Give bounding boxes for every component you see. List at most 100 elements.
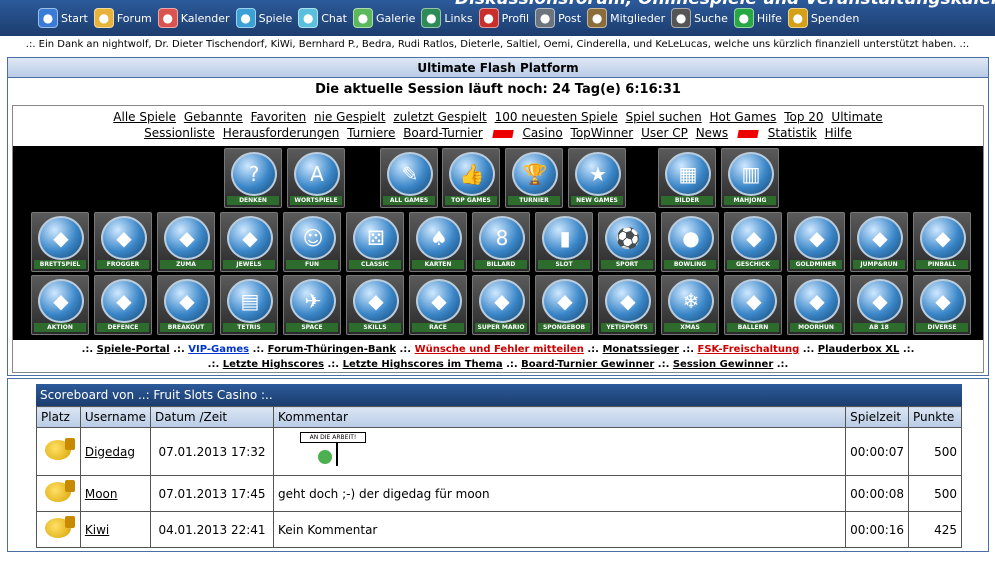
username-link[interactable]: Digedag [85,445,135,459]
nav-item-hilfe[interactable]: ● Hilfe [733,8,782,28]
game-link-hot-games[interactable]: Hot Games [710,110,777,124]
game-link-favoriten[interactable]: Favoriten [251,110,307,124]
nav-item-suche[interactable]: ● Suche [671,8,728,28]
game-tile-yetisports[interactable]: ◆ YETISPORTS [598,275,656,335]
game-tile-wortspiele[interactable]: A WORTSPIELE [287,148,345,208]
game-link-sessionliste[interactable]: Sessionliste [144,126,215,140]
separator: .:. [773,359,789,370]
game-tile-super-mario[interactable]: ◆ SUPER MARIO [472,275,530,335]
game-tile-label: MOORHUN [790,323,842,332]
game-tile-bilder[interactable]: ▦ BILDER [658,148,716,208]
game-tile-label: ZUMA [160,260,212,269]
game-icon: ◆ [479,279,525,323]
footer-link-w-nsche-und-fehler-mitteilen[interactable]: Wünsche und Fehler mitteilen [415,344,584,355]
game-tile-tetris[interactable]: ▤ TETRIS [220,275,278,335]
game-tile-race[interactable]: ◆ RACE [409,275,467,335]
scoreboard-title: Scoreboard von ..: Fruit Slots Casino :.… [36,384,962,406]
game-link-zuletzt-gespielt[interactable]: zuletzt Gespielt [393,110,486,124]
nav-item-links[interactable]: ● Links [421,8,473,28]
game-link-topwinner[interactable]: TopWinner [571,126,634,140]
footer-link-vip-games[interactable]: VIP-Games [188,344,249,355]
nav-item-kalender[interactable]: ● Kalender [157,8,230,28]
game-link-alle-spiele[interactable]: Alle Spiele [113,110,176,124]
game-tile-goldminer[interactable]: ◆ GOLDMINER [787,212,845,272]
nav-item-mitglieder[interactable]: ● Mitglieder [587,8,665,28]
game-tile-spongebob[interactable]: ◆ SPONGEBOB [535,275,593,335]
footer-link-forum-th-ringen-bank[interactable]: Forum-Thüringen-Bank [268,344,396,355]
nav-item-profil[interactable]: ● Profil [478,8,529,28]
game-tile-new-games[interactable]: ★ NEW GAMES [568,148,626,208]
game-tile-moorhun[interactable]: ◆ MOORHUN [787,275,845,335]
game-link-board-turnier[interactable]: Board-Turnier [403,126,483,140]
game-tile-jewels[interactable]: ◆ JEWELS [220,212,278,272]
game-tile-slot[interactable]: ▮ SLOT [535,212,593,272]
nav-item-chat[interactable]: ● Chat [298,8,347,28]
game-tile-brettspiel[interactable]: ◆ BRETTSPIEL [31,212,89,272]
game-link-casino[interactable]: Casino [522,126,562,140]
game-tile-fun[interactable]: ☺ FUN [283,212,341,272]
game-tile-ballern[interactable]: ◆ BALLERN [724,275,782,335]
footer-link-letzte-highscores[interactable]: Letzte Highscores [223,359,324,370]
footer-link-session-gewinner[interactable]: Session Gewinner [673,359,773,370]
game-tile-frogger[interactable]: ◆ FROGGER [94,212,152,272]
game-link-turniere[interactable]: Turniere [347,126,395,140]
game-tile-bowling[interactable]: ● BOWLING [661,212,719,272]
game-tile-label: TURNIER [508,196,560,205]
game-tile-pinball[interactable]: ◆ PINBALL [913,212,971,272]
game-tile-space[interactable]: ✈ SPACE [283,275,341,335]
username-link[interactable]: Moon [85,487,118,501]
footer-links-row-2: .:. Letzte Highscores .:. Letzte Highsco… [13,357,983,372]
footer-link-board-turnier-gewinner[interactable]: Board-Turnier Gewinner [521,359,654,370]
game-tile-breakout[interactable]: ◆ BREAKOUT [157,275,215,335]
game-icon: ◆ [794,216,840,260]
game-link-user-cp[interactable]: User CP [641,126,688,140]
nav-item-post[interactable]: ● Post [535,8,581,28]
game-tile-diverse[interactable]: ◆ DIVERSE [913,275,971,335]
game-tile-classic[interactable]: ⚄ CLASSIC [346,212,404,272]
game-tile-turnier[interactable]: 🏆 TURNIER [505,148,563,208]
footer-link-spiele-portal[interactable]: Spiele-Portal [97,344,170,355]
game-tile-zuma[interactable]: ◆ ZUMA [157,212,215,272]
folder-icon: ● [93,8,114,28]
game-link-gebannte[interactable]: Gebannte [184,110,243,124]
game-tile-denken[interactable]: ? DENKEN [224,148,282,208]
game-link-spiel-suchen[interactable]: Spiel suchen [626,110,702,124]
nav-item-forum[interactable]: ● Forum [93,8,152,28]
footer-link-monatssieger[interactable]: Monatssieger [602,344,678,355]
chat-icon: ● [298,8,319,28]
game-tile-xmas[interactable]: ❄ XMAS [661,275,719,335]
game-tile-karten[interactable]: ♠ KARTEN [409,212,467,272]
game-tile-geschick[interactable]: ◆ GESCHICK [724,212,782,272]
game-link-100-neuesten-spiele[interactable]: 100 neuesten Spiele [495,110,618,124]
game-link-top-20[interactable]: Top 20 [784,110,823,124]
game-link-news[interactable]: News [696,126,728,140]
playtime-cell: 00:00:16 [845,511,910,548]
game-link-statistik[interactable]: Statistik [768,126,817,140]
nav-item-start[interactable]: ● Start [38,8,88,28]
footer-link-plauderbox-xl[interactable]: Plauderbox XL [818,344,900,355]
username-link[interactable]: Kiwi [85,523,109,537]
game-tile-defence[interactable]: ◆ DEFENCE [94,275,152,335]
game-icon: ▥ [728,152,774,196]
game-tile-billard[interactable]: 8 BILLARD [472,212,530,272]
game-tile-all-games[interactable]: ✎ ALL GAMES [380,148,438,208]
game-link-hilfe[interactable]: Hilfe [825,126,852,140]
game-link-herausforderungen[interactable]: Herausforderungen [223,126,340,140]
game-tile-sport[interactable]: ⚽ SPORT [598,212,656,272]
nav-item-galerie[interactable]: ● Galerie [352,8,415,28]
game-tile-mahjong[interactable]: ▥ MAHJONG [721,148,779,208]
game-link-ultimate[interactable]: Ultimate [831,110,882,124]
game-tile-ab-18[interactable]: ◆ AB 18 [850,275,908,335]
footer-link-fsk-freischaltung[interactable]: FSK-Freischaltung [697,344,799,355]
game-tile-top-games[interactable]: 👍 TOP GAMES [442,148,500,208]
game-tile-aktion[interactable]: ◆ AKTION [31,275,89,335]
nav-item-spenden[interactable]: ● Spenden [787,8,859,28]
game-tile-skills[interactable]: ◆ SKILLS [346,275,404,335]
game-tile-label: SPONGEBOB [538,323,590,332]
footer-link-letzte-highscores-im-thema[interactable]: Letzte Highscores im Thema [343,359,503,370]
game-tile-label: SPACE [286,323,338,332]
game-tile-jump-run[interactable]: ◆ JUMP&RUN [850,212,908,272]
game-icon: 👍 [449,152,495,196]
game-link-nie-gespielt[interactable]: nie Gespielt [314,110,385,124]
nav-item-spiele[interactable]: ● Spiele [235,8,292,28]
